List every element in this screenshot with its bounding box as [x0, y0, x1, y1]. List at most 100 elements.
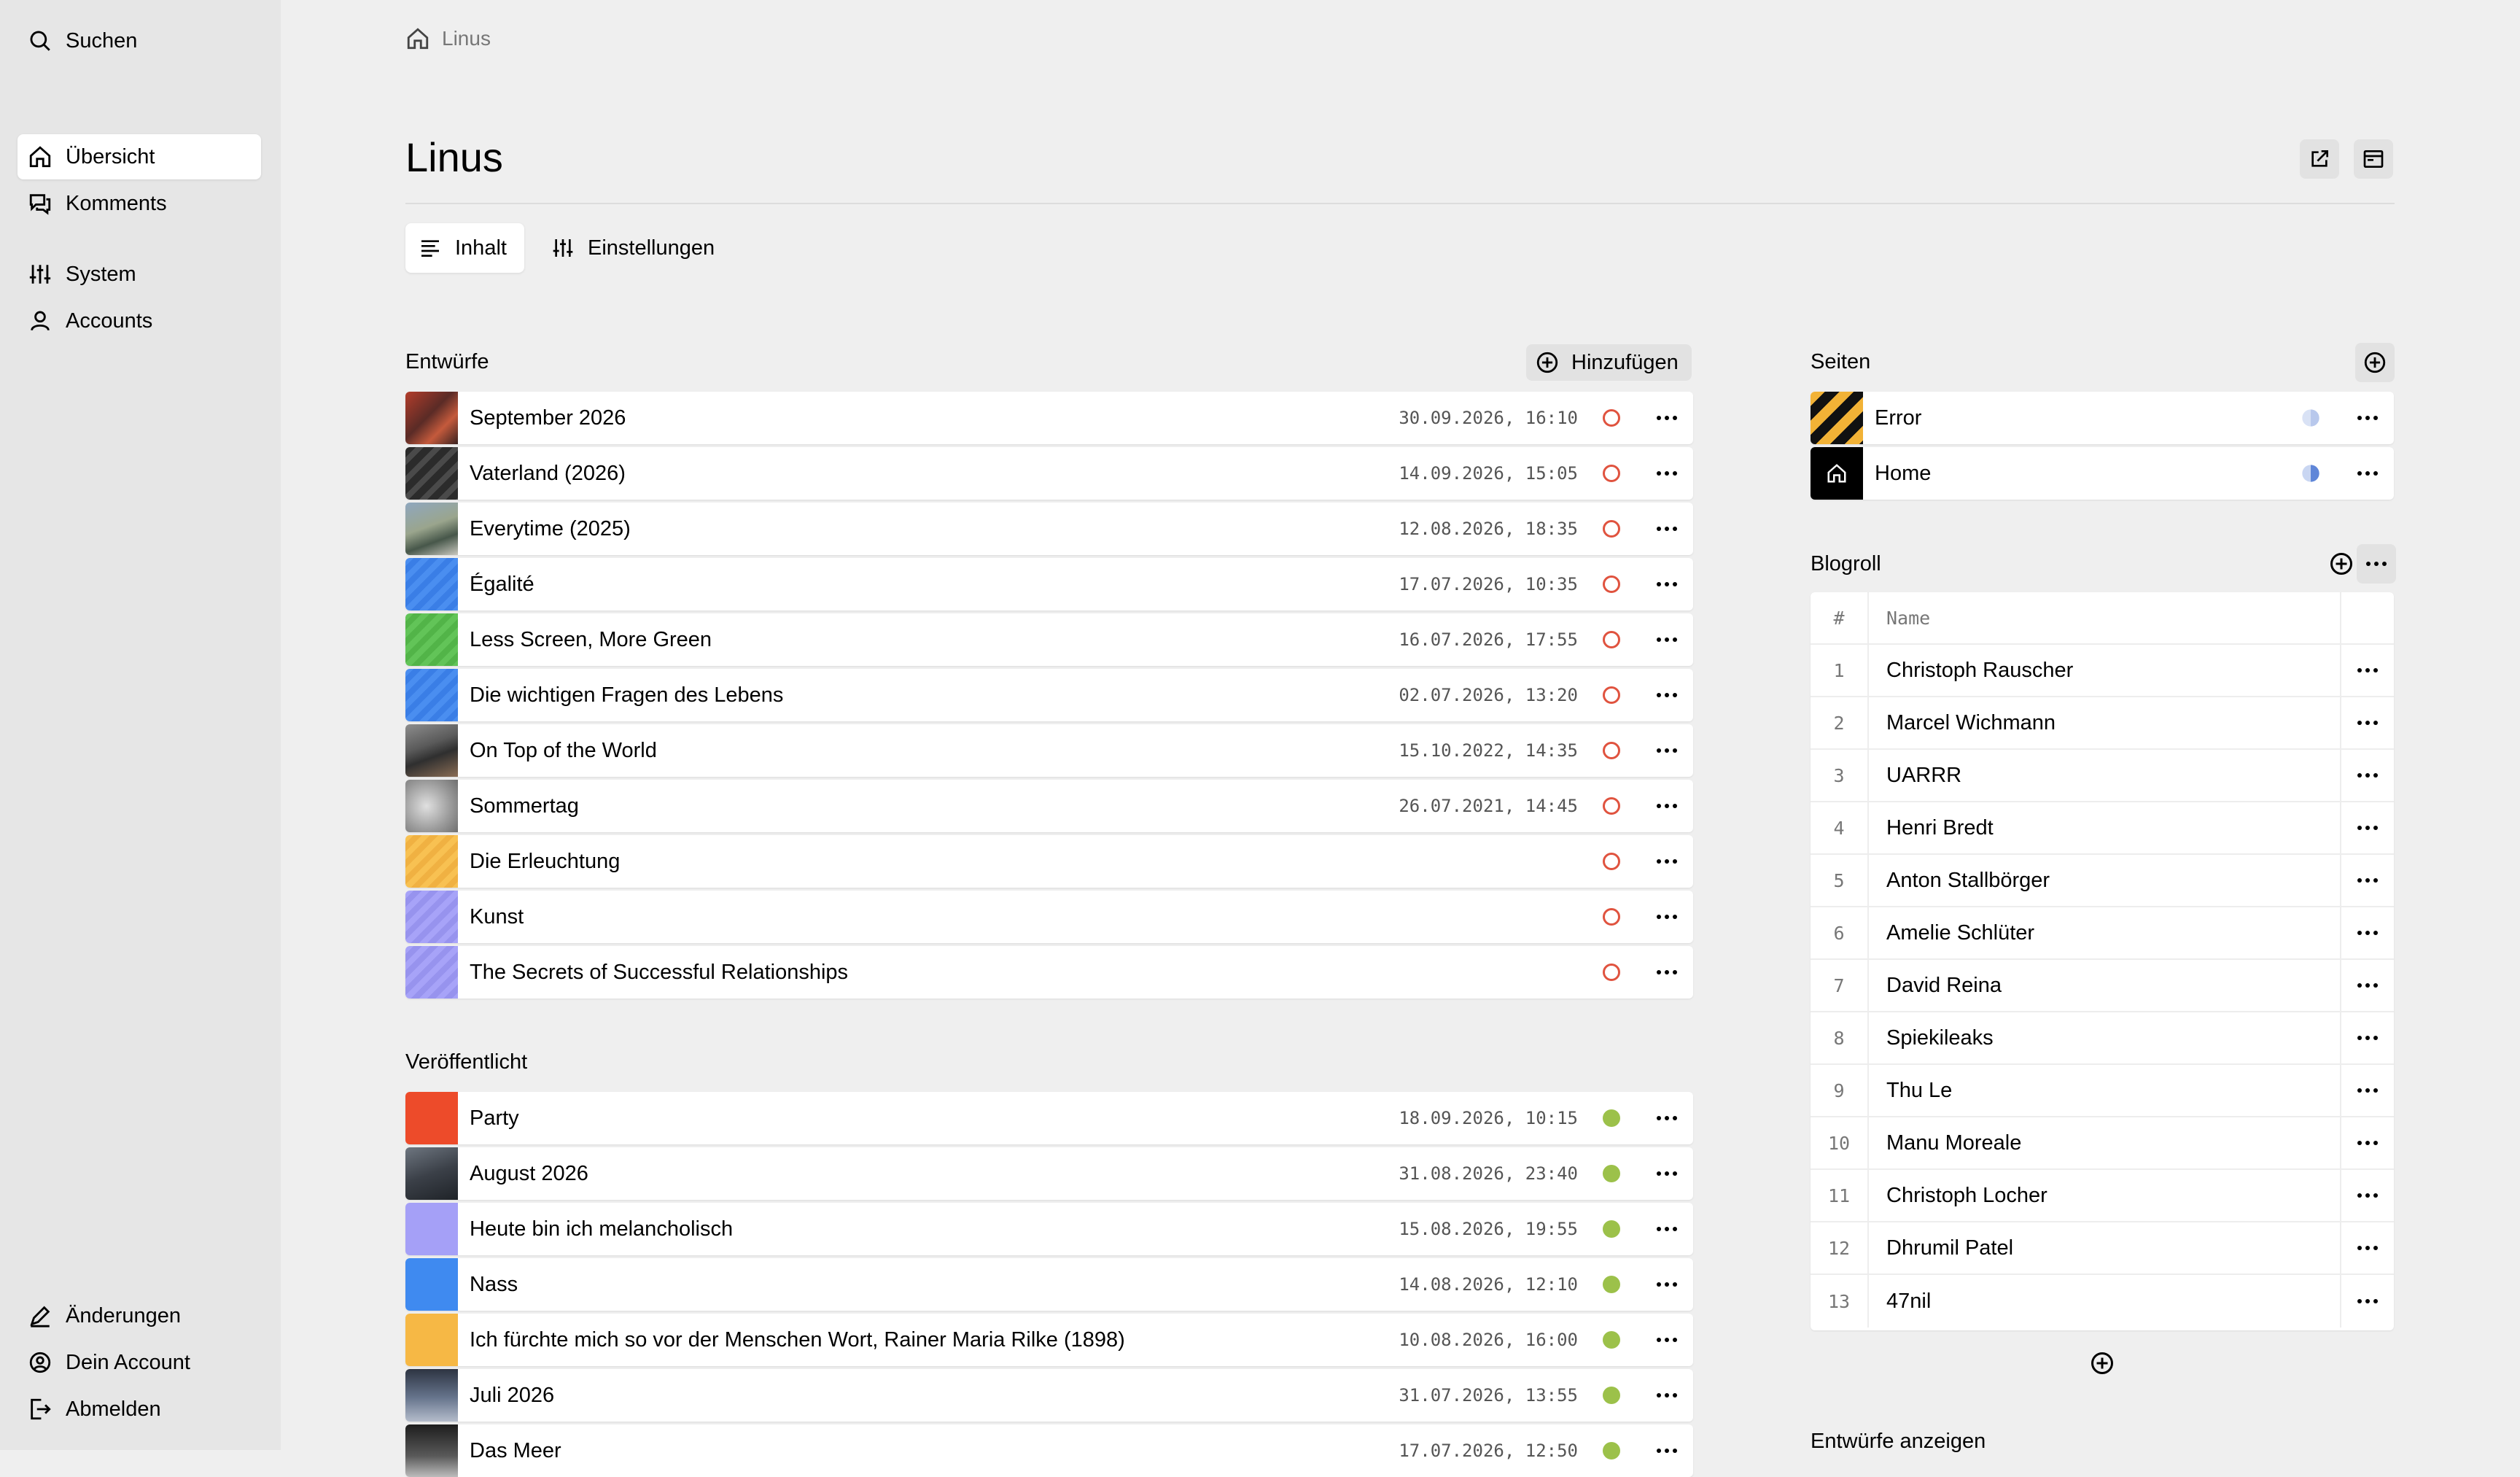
list-item[interactable]: Juli 2026 31.07.2026, 13:55 [405, 1369, 1693, 1422]
table-row[interactable]: 4 Henri Bredt [1811, 802, 2394, 855]
more-options-button[interactable] [2341, 1012, 2394, 1063]
listed-status-icon[interactable] [1603, 1331, 1620, 1349]
draft-status-icon[interactable] [1603, 742, 1620, 759]
list-item[interactable]: Égalité 17.07.2026, 10:35 [405, 558, 1693, 610]
tab-settings[interactable]: Einstellungen [538, 223, 732, 273]
add-blogroll-row-button[interactable] [2082, 1344, 2122, 1383]
list-item[interactable]: Das Meer 17.07.2026, 12:50 [405, 1424, 1693, 1477]
more-options-button[interactable] [2341, 960, 2394, 1011]
sidebar-item-accounts[interactable]: Accounts [18, 298, 261, 344]
draft-status-icon[interactable] [1603, 631, 1620, 648]
more-options-button[interactable] [1646, 786, 1687, 826]
list-item[interactable]: Party 18.09.2026, 10:15 [405, 1092, 1693, 1144]
sidebar-item-comments[interactable]: Komments [18, 181, 261, 226]
more-options-button[interactable] [2341, 1170, 2394, 1221]
table-row[interactable]: 13 47nil [1811, 1275, 2394, 1327]
list-item[interactable]: Vaterland (2026) 14.09.2026, 15:05 [405, 447, 1693, 500]
table-row[interactable]: 9 Thu Le [1811, 1065, 2394, 1117]
more-options-button[interactable] [1646, 453, 1687, 494]
list-item[interactable]: Sommertag 26.07.2021, 14:45 [405, 780, 1693, 832]
list-item[interactable]: September 2026 30.09.2026, 16:10 [405, 392, 1693, 444]
more-options-button[interactable] [1646, 952, 1687, 993]
unlisted-status-icon[interactable] [2301, 463, 2321, 484]
list-item[interactable]: On Top of the World 15.10.2022, 14:35 [405, 724, 1693, 777]
preview-button[interactable] [2354, 139, 2393, 179]
list-item[interactable]: Error [1811, 392, 2394, 444]
draft-status-icon[interactable] [1603, 686, 1620, 704]
listed-status-icon[interactable] [1603, 1387, 1620, 1404]
more-options-button[interactable] [1646, 896, 1687, 937]
list-item[interactable]: Home [1811, 447, 2394, 500]
draft-status-icon[interactable] [1603, 575, 1620, 593]
more-options-button[interactable] [2341, 1117, 2394, 1168]
draft-status-icon[interactable] [1603, 797, 1620, 815]
add-draft-button[interactable]: Hinzufügen [1526, 344, 1692, 381]
more-options-button[interactable] [1646, 1430, 1687, 1471]
tab-content[interactable]: Inhalt [405, 223, 524, 273]
draft-status-icon[interactable] [1603, 520, 1620, 538]
more-options-button[interactable] [1646, 1153, 1687, 1194]
table-row[interactable]: 5 Anton Stallbörger [1811, 855, 2394, 907]
listed-status-icon[interactable] [1603, 1165, 1620, 1182]
more-options-button[interactable] [1646, 730, 1687, 771]
list-item[interactable]: Less Screen, More Green 16.07.2026, 17:5… [405, 613, 1693, 666]
draft-status-icon[interactable] [1603, 908, 1620, 926]
list-item[interactable]: Kunst [405, 891, 1693, 943]
more-options-button[interactable] [1646, 564, 1687, 605]
table-row[interactable]: 10 Manu Moreale [1811, 1117, 2394, 1170]
table-row[interactable]: 12 Dhrumil Patel [1811, 1222, 2394, 1275]
more-options-button[interactable] [1646, 675, 1687, 716]
search-button[interactable]: Suchen [18, 18, 261, 63]
sidebar-item-overview[interactable]: Übersicht [18, 134, 261, 179]
blogroll-options-button[interactable] [2357, 544, 2396, 584]
list-item[interactable]: Heute bin ich melancholisch 15.08.2026, … [405, 1203, 1693, 1255]
sidebar-item-changes[interactable]: Änderungen [18, 1293, 261, 1338]
more-options-button[interactable] [1646, 1098, 1687, 1139]
more-options-button[interactable] [1646, 1209, 1687, 1249]
list-item[interactable]: Ich fürchte mich so vor der Menschen Wor… [405, 1314, 1693, 1366]
more-options-button[interactable] [2341, 697, 2394, 748]
draft-status-icon[interactable] [1603, 409, 1620, 427]
list-item[interactable]: Nass 14.08.2026, 12:10 [405, 1258, 1693, 1311]
listed-status-icon[interactable] [1603, 1109, 1620, 1127]
more-options-button[interactable] [1646, 1319, 1687, 1360]
more-options-button[interactable] [2341, 907, 2394, 958]
table-row[interactable]: 2 Marcel Wichmann [1811, 697, 2394, 750]
list-item[interactable]: The Secrets of Successful Relationships [405, 946, 1693, 999]
list-item[interactable]: Die wichtigen Fragen des Lebens 02.07.20… [405, 669, 1693, 721]
more-options-button[interactable] [2341, 645, 2394, 696]
table-row[interactable]: 11 Christoph Locher [1811, 1170, 2394, 1222]
listed-status-icon[interactable] [1603, 1442, 1620, 1459]
more-options-button[interactable] [2341, 802, 2394, 853]
more-options-button[interactable] [2341, 855, 2394, 906]
draft-status-icon[interactable] [1603, 853, 1620, 870]
open-external-button[interactable] [2300, 139, 2339, 179]
more-options-button[interactable] [2347, 453, 2388, 494]
more-options-button[interactable] [1646, 1375, 1687, 1416]
list-item[interactable]: August 2026 31.08.2026, 23:40 [405, 1147, 1693, 1200]
list-item[interactable]: Die Erleuchtung [405, 835, 1693, 888]
table-row[interactable]: 1 Christoph Rauscher [1811, 645, 2394, 697]
add-blogroll-button[interactable] [2322, 544, 2361, 584]
more-options-button[interactable] [2341, 1222, 2394, 1274]
more-options-button[interactable] [1646, 1264, 1687, 1305]
more-options-button[interactable] [1646, 841, 1687, 882]
listed-status-icon[interactable] [1603, 1220, 1620, 1238]
list-item[interactable]: Everytime (2025) 12.08.2026, 18:35 [405, 503, 1693, 555]
breadcrumb[interactable]: Linus [405, 26, 491, 51]
draft-status-icon[interactable] [1603, 465, 1620, 482]
listed-status-icon[interactable] [1603, 1276, 1620, 1293]
table-row[interactable]: 6 Amelie Schlüter [1811, 907, 2394, 960]
table-row[interactable]: 8 Spiekileaks [1811, 1012, 2394, 1065]
draft-status-icon[interactable] [1603, 964, 1620, 981]
table-row[interactable]: 7 David Reina [1811, 960, 2394, 1012]
more-options-button[interactable] [1646, 398, 1687, 438]
more-options-button[interactable] [1646, 619, 1687, 660]
more-options-button[interactable] [2341, 1275, 2394, 1327]
more-options-button[interactable] [2347, 398, 2388, 438]
sidebar-item-your-account[interactable]: Dein Account [18, 1340, 261, 1385]
sidebar-item-system[interactable]: System [18, 252, 261, 297]
table-row[interactable]: 3 UARRR [1811, 750, 2394, 802]
add-page-button[interactable] [2355, 343, 2395, 382]
unlisted-status-icon[interactable] [2301, 408, 2321, 428]
